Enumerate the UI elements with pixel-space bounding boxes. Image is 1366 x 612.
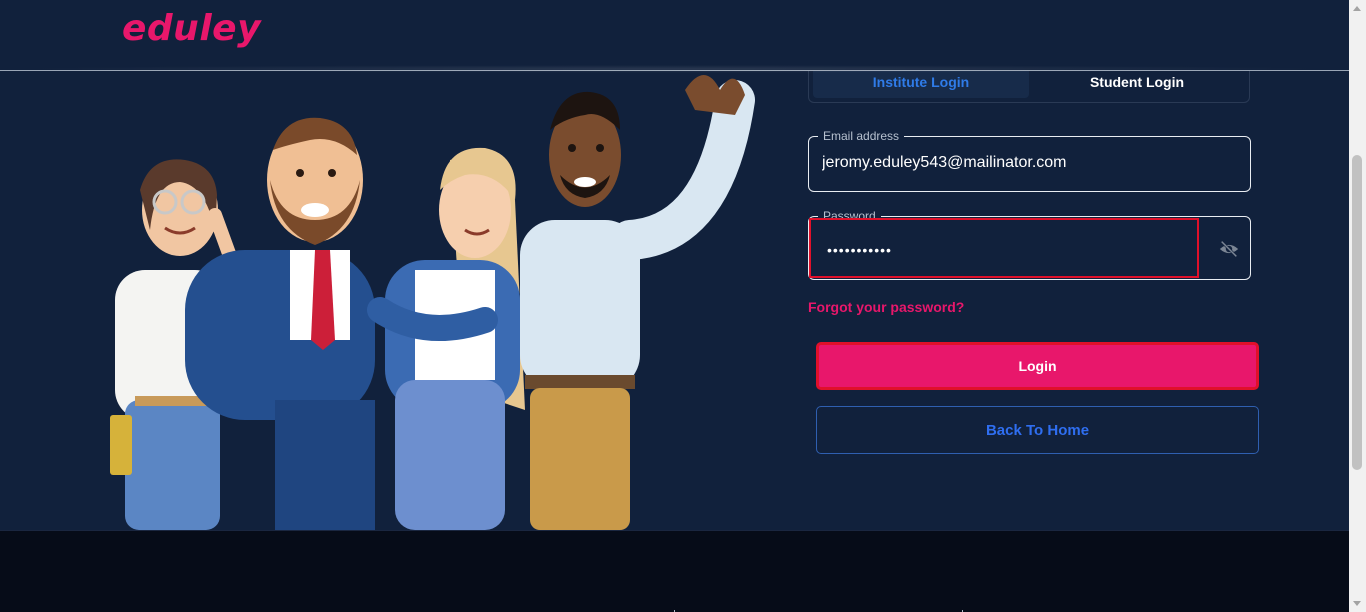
email-field: Email address [808,129,1251,192]
email-input[interactable] [822,154,1222,172]
back-to-home-button[interactable]: Back To Home [816,406,1259,454]
team-illustration [95,70,755,530]
site-header: eduley [0,0,1349,73]
forgot-password-link[interactable]: Forgot your password? [808,299,964,315]
person-blonde-woman [367,147,525,530]
page-scrollbar[interactable] [1349,0,1366,612]
people-illustration-image [110,75,755,530]
password-input[interactable]: ••••••••••• [809,218,1199,278]
brand-logo[interactable]: eduley [122,8,261,49]
scroll-up-arrow-icon[interactable] [1353,6,1361,11]
scroll-down-arrow-icon[interactable] [1353,601,1361,606]
person-waving-man [520,75,755,530]
site-footer [0,530,1349,612]
login-page: eduley Institute Login Student Login Ema… [0,0,1366,612]
header-divider-glow [20,65,1329,73]
email-label: Email address [818,129,905,143]
password-field: Password ••••••••••• [808,209,1251,280]
login-button[interactable]: Login [816,342,1259,390]
eye-off-icon[interactable] [1218,238,1240,260]
scrollbar-thumb[interactable] [1352,155,1362,470]
password-masked-value: ••••••••••• [827,242,892,258]
